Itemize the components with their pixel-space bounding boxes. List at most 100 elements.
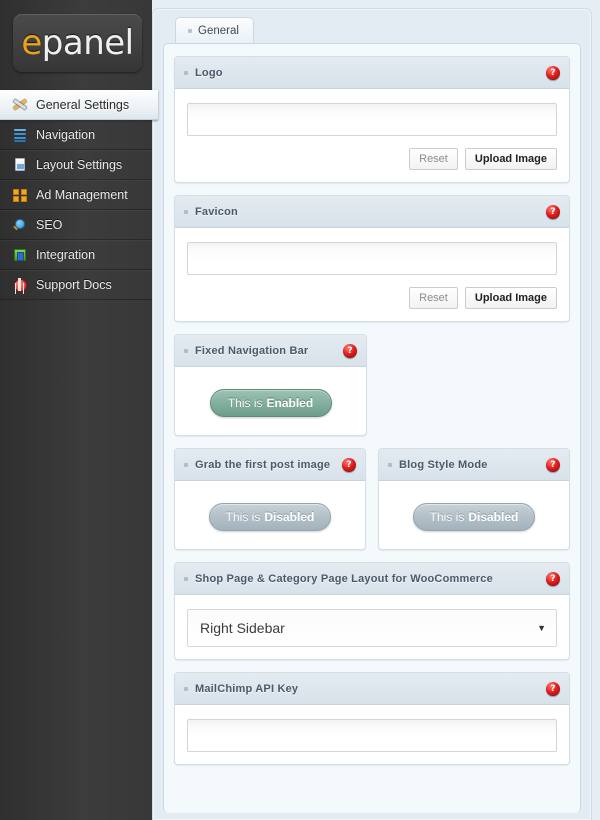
tab-bar: General (153, 9, 591, 43)
panel-header: Blog Style Mode ? (379, 449, 569, 481)
sidebar-item-layout-settings[interactable]: Layout Settings (0, 150, 152, 180)
tools-icon (12, 97, 28, 113)
sidebar-item-label: Support Docs (36, 278, 112, 292)
panel-bullet-icon (388, 462, 392, 467)
sidebar-item-label: Ad Management (36, 188, 128, 202)
panel-bullet-icon (184, 70, 188, 75)
row-toggles: Grab the first post image ? This is Disa… (174, 448, 570, 562)
panel-logo: Logo ? Reset Upload Image (174, 56, 570, 183)
sidebar-item-label: Navigation (36, 128, 96, 142)
main-panel: General Logo ? Reset Upload Image Favico… (152, 8, 592, 820)
help-icon[interactable]: ? (546, 457, 560, 472)
panel-header: Shop Page & Category Page Layout for Woo… (175, 563, 569, 595)
panel-bullet-icon (184, 686, 188, 691)
help-icon[interactable]: ? (546, 571, 560, 586)
logo-accent-letter: e (21, 23, 42, 63)
panel-body: Reset Upload Image (175, 228, 569, 321)
panel-blog-style-mode: Blog Style Mode ? This is Disabled (378, 448, 570, 550)
help-icon[interactable]: ? (546, 65, 560, 80)
panel-mailchimp-api-key: MailChimp API Key ? (174, 672, 570, 765)
sidebar-item-label: Layout Settings (36, 158, 123, 172)
panel-body: Right Sidebar ▼ (175, 595, 569, 659)
sidebar-item-label: General Settings (36, 98, 130, 112)
magnifier-icon (12, 217, 28, 233)
tab-label: General (198, 24, 239, 37)
panel-body: This is Enabled (175, 367, 366, 435)
help-icon[interactable]: ? (343, 343, 357, 358)
panel-bullet-icon (184, 209, 188, 214)
help-icon[interactable]: ? (546, 204, 560, 219)
toggle-lead-text: This is (227, 396, 263, 410)
panel-woocommerce-layout: Shop Page & Category Page Layout for Woo… (174, 562, 570, 660)
grab-first-post-image-toggle[interactable]: This is Disabled (209, 503, 331, 531)
logo-button-row: Reset Upload Image (187, 148, 557, 170)
toggle-lead-text: This is (429, 510, 465, 524)
sidebar-item-label: SEO (36, 218, 63, 232)
favicon-upload-image-button[interactable]: Upload Image (464, 287, 557, 309)
toggle-wrap: This is Disabled (187, 495, 353, 537)
woocommerce-layout-select[interactable]: Right Sidebar ▼ (187, 609, 557, 647)
toggle-state-text: Enabled (266, 396, 314, 410)
logo-url-input[interactable] (187, 103, 557, 136)
tab-general[interactable]: General (175, 17, 254, 43)
logo-text: epanel (21, 23, 134, 63)
panel-fixed-navigation-bar: Fixed Navigation Bar ? This is Enabled (174, 334, 367, 436)
panel-bullet-icon (184, 348, 188, 353)
panel-body: This is Disabled (175, 481, 365, 549)
sidebar-item-integration[interactable]: Integration (0, 240, 152, 270)
sidebar-item-label: Integration (36, 248, 96, 262)
help-icon[interactable]: ? (342, 457, 356, 472)
toggle-state-text: Disabled (264, 510, 315, 524)
tab-bullet-icon (188, 28, 192, 33)
epanel-logo: epanel (13, 14, 142, 72)
help-icon[interactable]: ? (546, 681, 560, 696)
panel-title: Fixed Navigation Bar (195, 344, 309, 357)
panel-header: Favicon ? (175, 196, 569, 228)
panel-title: Logo (195, 66, 223, 79)
panel-title: Favicon (195, 205, 238, 218)
panel-body: This is Disabled (379, 481, 569, 549)
panel-bullet-icon (184, 576, 188, 581)
integration-icon (12, 247, 28, 263)
panel-favicon: Favicon ? Reset Upload Image (174, 195, 570, 322)
sidebar-item-general-settings[interactable]: General Settings (0, 90, 158, 120)
toggle-lead-text: This is (225, 510, 261, 524)
toggle-wrap: This is Disabled (391, 495, 557, 537)
sidebar-item-seo[interactable]: SEO (0, 210, 152, 240)
woocommerce-layout-selected-value: Right Sidebar (200, 620, 285, 636)
panel-header: Grab the first post image ? (175, 449, 365, 481)
panel-title: MailChimp API Key (195, 682, 299, 695)
favicon-reset-button[interactable]: Reset (409, 287, 458, 309)
mailchimp-api-key-input[interactable] (187, 719, 557, 752)
document-icon (12, 157, 28, 173)
panel-body: Reset Upload Image (175, 89, 569, 182)
logo-reset-button[interactable]: Reset (409, 148, 458, 170)
sidebar-item-ad-management[interactable]: Ad Management (0, 180, 152, 210)
lines-icon (12, 127, 28, 143)
panel-header: Fixed Navigation Bar ? (175, 335, 366, 367)
panel-header: MailChimp API Key ? (175, 673, 569, 705)
compass-icon (12, 277, 28, 293)
logo-word: panel (41, 23, 134, 63)
panel-grab-first-post-image: Grab the first post image ? This is Disa… (174, 448, 366, 550)
fixed-navigation-bar-toggle[interactable]: This is Enabled (209, 389, 332, 417)
grid-squares-icon (12, 187, 28, 203)
panel-body (175, 705, 569, 764)
row-fixed-nav: Fixed Navigation Bar ? This is Enabled (174, 334, 570, 448)
sidebar: epanel General Settings Navigation Layou… (0, 0, 158, 820)
blog-style-mode-toggle[interactable]: This is Disabled (413, 503, 535, 531)
panel-title: Grab the first post image (195, 458, 331, 471)
panel-title: Blog Style Mode (399, 458, 488, 471)
sidebar-item-support-docs[interactable]: Support Docs (0, 270, 152, 300)
tab-content-general: Logo ? Reset Upload Image Favicon ? Rese… (163, 43, 581, 813)
favicon-url-input[interactable] (187, 242, 557, 275)
toggle-state-text: Disabled (468, 510, 519, 524)
sidebar-nav: General Settings Navigation Layout Setti… (0, 90, 158, 300)
panel-bullet-icon (184, 462, 188, 467)
panel-header: Logo ? (175, 57, 569, 89)
epanel-screen: epanel General Settings Navigation Layou… (0, 0, 600, 820)
sidebar-item-navigation[interactable]: Navigation (0, 120, 152, 150)
toggle-wrap: This is Enabled (187, 381, 354, 423)
logo-upload-image-button[interactable]: Upload Image (464, 148, 557, 170)
